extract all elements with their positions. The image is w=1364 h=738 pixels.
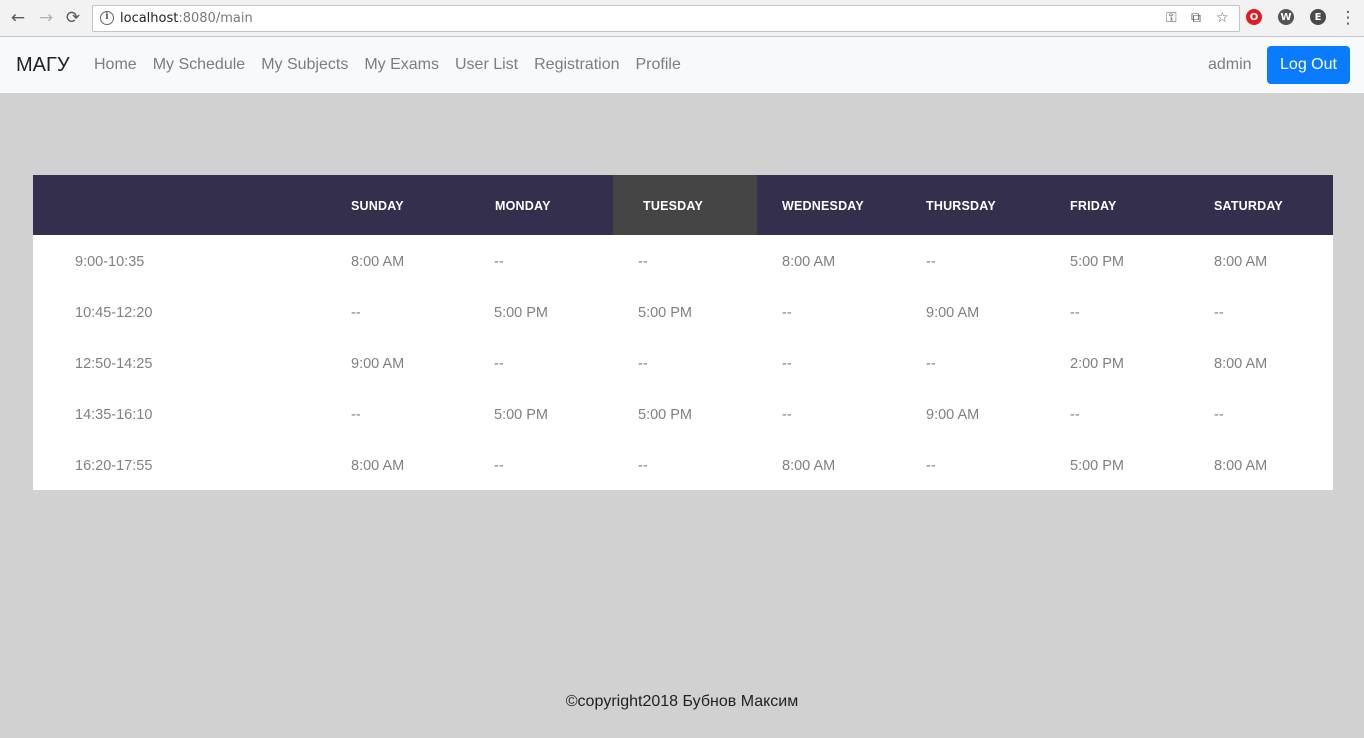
time-slot: 14:35-16:10 (75, 407, 153, 423)
translate-icon[interactable]: ⧉ (1191, 10, 1201, 26)
nav-profile[interactable]: Profile (628, 56, 689, 74)
nav-my-subjects[interactable]: My Subjects (253, 56, 356, 74)
bookmark-star-icon[interactable]: ☆ (1216, 10, 1229, 26)
current-user: admin (1208, 56, 1252, 73)
schedule-cell: 8:00 AM (782, 254, 836, 270)
schedule-cell: -- (638, 458, 648, 474)
schedule-cell: -- (1070, 305, 1080, 321)
table-row: 16:20-17:55 8:00 AM -- -- 8:00 AM -- 5:0… (33, 439, 1333, 490)
logout-button[interactable]: Log Out (1267, 46, 1350, 84)
url-text[interactable]: localhost:8080/main (120, 11, 253, 26)
schedule-cell: 5:00 PM (1070, 458, 1124, 474)
schedule-cell: 2:00 PM (1070, 356, 1124, 372)
address-bar[interactable]: i localhost:8080/main ⚿ ⧉ ☆ (92, 5, 1240, 32)
day-header-saturday: SATURDAY (1214, 199, 1283, 213)
url-path: :8080/main (178, 11, 253, 26)
schedule-cell: -- (494, 356, 504, 372)
schedule-cell: 9:00 AM (926, 305, 980, 321)
time-slot: 10:45-12:20 (75, 305, 153, 321)
schedule-table: SUNDAY MONDAY TUESDAY WEDNESDAY THURSDAY… (33, 175, 1333, 490)
w-extension-icon[interactable]: W (1278, 9, 1294, 25)
schedule-cell: 5:00 PM (638, 407, 692, 423)
schedule-cell: -- (1214, 407, 1224, 423)
footer-copyright: ©copyright2018 Бубнов Максим (565, 693, 799, 710)
time-slot: 16:20-17:55 (75, 458, 153, 474)
evernote-extension-icon[interactable]: E (1310, 9, 1326, 25)
schedule-cell: 9:00 AM (351, 356, 405, 372)
day-header-monday: MONDAY (495, 199, 551, 213)
schedule-cell: -- (351, 407, 361, 423)
table-row: 14:35-16:10 -- 5:00 PM 5:00 PM -- 9:00 A… (33, 388, 1333, 439)
time-slot: 12:50-14:25 (75, 356, 153, 372)
schedule-cell: 8:00 AM (1214, 356, 1268, 372)
schedule-cell: -- (782, 305, 792, 321)
nav-my-schedule[interactable]: My Schedule (145, 56, 254, 74)
key-icon[interactable]: ⚿ (1166, 10, 1177, 26)
brand-logo[interactable]: МАГУ (16, 54, 70, 77)
info-icon[interactable]: i (100, 11, 114, 25)
schedule-cell: 8:00 AM (351, 458, 405, 474)
nav-links: Home My Schedule My Subjects My Exams Us… (86, 56, 689, 74)
day-header-wednesday: WEDNESDAY (782, 199, 864, 213)
back-icon[interactable]: ← (8, 8, 28, 28)
schedule-cell: -- (638, 254, 648, 270)
opera-extension-icon[interactable]: O (1246, 9, 1262, 25)
time-slot: 9:00-10:35 (75, 254, 145, 270)
schedule-cell: -- (494, 458, 504, 474)
schedule-cell: 5:00 PM (494, 305, 548, 321)
nav-my-exams[interactable]: My Exams (356, 56, 447, 74)
table-row: 9:00-10:35 8:00 AM -- -- 8:00 AM -- 5:00… (33, 235, 1333, 286)
table-row: 12:50-14:25 9:00 AM -- -- -- -- 2:00 PM … (33, 337, 1333, 388)
schedule-header: SUNDAY MONDAY TUESDAY WEDNESDAY THURSDAY… (33, 175, 1333, 235)
schedule-cell: -- (1070, 407, 1080, 423)
forward-icon[interactable]: → (36, 8, 56, 28)
nav-home[interactable]: Home (86, 56, 145, 74)
schedule-cell: 8:00 AM (1214, 254, 1268, 270)
schedule-cell: -- (782, 356, 792, 372)
nav-user-list[interactable]: User List (447, 56, 526, 74)
day-header-friday: FRIDAY (1070, 199, 1117, 213)
schedule-cell: 5:00 PM (1070, 254, 1124, 270)
day-header-thursday: THURSDAY (926, 199, 996, 213)
schedule-cell: -- (638, 356, 648, 372)
menu-kebab-icon[interactable]: ⋮ (1338, 8, 1358, 28)
schedule-cell: -- (926, 254, 936, 270)
reload-icon[interactable]: ⟳ (63, 8, 83, 28)
schedule-cell: -- (494, 254, 504, 270)
schedule-cell: -- (926, 458, 936, 474)
schedule-cell: 8:00 AM (782, 458, 836, 474)
table-row: 10:45-12:20 -- 5:00 PM 5:00 PM -- 9:00 A… (33, 286, 1333, 337)
app-navbar: МАГУ Home My Schedule My Subjects My Exa… (0, 37, 1364, 93)
schedule-body: 9:00-10:35 8:00 AM -- -- 8:00 AM -- 5:00… (33, 235, 1333, 490)
url-host: localhost (120, 11, 179, 26)
schedule-cell: -- (1214, 305, 1224, 321)
day-header-tuesday: TUESDAY (613, 175, 757, 235)
schedule-cell: 5:00 PM (494, 407, 548, 423)
schedule-cell: -- (782, 407, 792, 423)
schedule-cell: 5:00 PM (638, 305, 692, 321)
schedule-cell: 8:00 AM (1214, 458, 1268, 474)
schedule-cell: -- (926, 356, 936, 372)
day-header-sunday: SUNDAY (351, 199, 404, 213)
nav-registration[interactable]: Registration (526, 56, 627, 74)
schedule-cell: -- (351, 305, 361, 321)
browser-toolbar: ← → ⟳ i localhost:8080/main ⚿ ⧉ ☆ O W E … (0, 0, 1364, 37)
schedule-cell: 8:00 AM (351, 254, 405, 270)
schedule-cell: 9:00 AM (926, 407, 980, 423)
